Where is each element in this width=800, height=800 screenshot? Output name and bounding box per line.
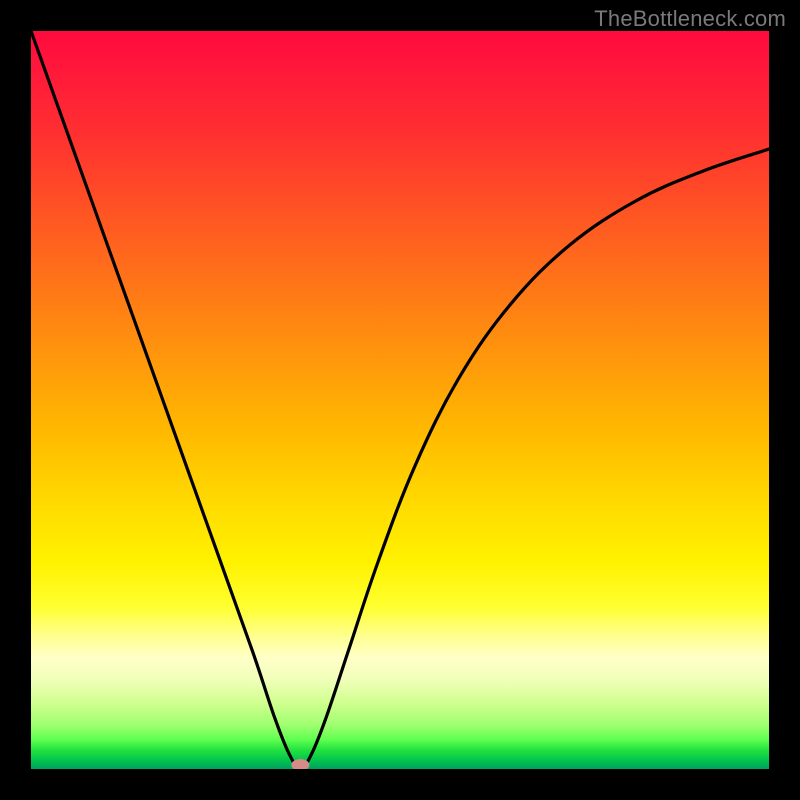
bottleneck-curve <box>31 31 769 769</box>
plot-area <box>31 31 769 769</box>
chart-frame: TheBottleneck.com <box>0 0 800 800</box>
curve-svg <box>31 31 769 769</box>
watermark-text: TheBottleneck.com <box>594 6 786 32</box>
